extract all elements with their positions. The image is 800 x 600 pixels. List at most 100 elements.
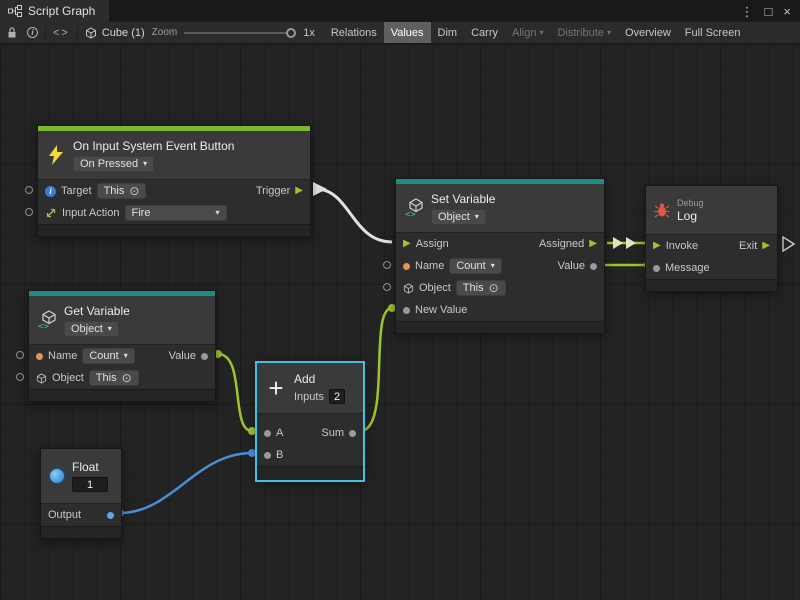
node-set-variable[interactable]: <> Set Variable Object ▾ ▶ Assign Assign… xyxy=(395,178,605,334)
event-mode-value: On Pressed xyxy=(80,158,138,170)
zoom-label: Zoom xyxy=(152,27,178,38)
menu-icon[interactable]: ⋮ xyxy=(741,5,754,18)
chevron-down-icon: ▾ xyxy=(108,325,112,333)
lock-icon[interactable] xyxy=(4,25,20,41)
wire-getvalue-to-a[interactable] xyxy=(218,354,252,431)
wire-float-to-b[interactable] xyxy=(120,453,252,513)
float-icon xyxy=(49,468,65,484)
code-view-icon[interactable]: <> xyxy=(53,27,70,39)
cube-icon xyxy=(36,373,47,384)
button-label: Dim xyxy=(438,27,458,39)
zoom-slider[interactable] xyxy=(184,27,296,39)
input-action-icon xyxy=(45,207,57,219)
chevron-down-icon: ▾ xyxy=(539,29,543,37)
align-button[interactable]: Align▾ xyxy=(505,22,550,43)
node-debug-log[interactable]: Debug Log ▶ Invoke Exit ▶ Message xyxy=(645,185,778,292)
value-port[interactable] xyxy=(201,353,208,360)
node-add[interactable]: + Add Inputs 2 A Sum xyxy=(256,362,364,481)
event-mode-dropdown[interactable]: On Pressed ▾ xyxy=(73,156,154,172)
inputs-count-field[interactable]: 2 xyxy=(329,389,345,404)
a-port[interactable] xyxy=(264,430,271,437)
variable-scope-dropdown[interactable]: Object ▾ xyxy=(431,209,486,225)
node-on-input-system-event-button[interactable]: On Input System Event Button On Pressed … xyxy=(37,125,311,237)
variable-name-dropdown[interactable]: Count ▾ xyxy=(449,258,501,274)
object-port-label: Object xyxy=(419,282,451,294)
object-port-handle[interactable] xyxy=(16,373,24,381)
object-port-label: Object xyxy=(52,372,84,384)
window-controls: ⋮ □ × xyxy=(741,0,800,22)
wire-sum-to-newvalue[interactable] xyxy=(360,308,392,431)
value-port-label: Value xyxy=(169,350,196,362)
float-value-field[interactable]: 1 xyxy=(72,477,108,492)
titlebar: Script Graph ⋮ □ × xyxy=(0,0,800,22)
target-port-handle[interactable] xyxy=(25,186,33,194)
trigger-port[interactable]: ▶ xyxy=(295,186,303,196)
divider xyxy=(45,26,46,40)
new-value-port-label: New Value xyxy=(415,304,467,316)
assigned-port-label: Assigned xyxy=(539,238,584,250)
graph-canvas[interactable]: On Input System Event Button On Pressed … xyxy=(0,44,800,600)
exit-port[interactable]: ▶ xyxy=(762,241,770,251)
name-port-row: Name Count ▾ Value xyxy=(29,345,215,367)
overview-button[interactable]: Overview xyxy=(618,22,678,43)
relations-button[interactable]: Relations xyxy=(324,22,384,43)
name-port[interactable] xyxy=(36,353,43,360)
name-port-label: Name xyxy=(415,260,444,272)
exit-port-label: Exit xyxy=(739,240,757,252)
wire-trigger-to-assign[interactable] xyxy=(316,189,392,242)
node-get-variable[interactable]: <> Get Variable Object ▾ Name Count ▾ xyxy=(28,290,216,402)
message-port[interactable] xyxy=(653,265,660,272)
node-float[interactable]: Float 1 Output xyxy=(40,448,122,539)
variable-scope-dropdown[interactable]: Object ▾ xyxy=(64,321,119,337)
message-port-label: Message xyxy=(665,262,710,274)
input-action-port-label: Input Action xyxy=(62,207,120,219)
b-port[interactable] xyxy=(264,452,271,459)
name-port-handle[interactable] xyxy=(16,351,24,359)
graph-context[interactable]: Cube (1) xyxy=(85,27,145,39)
new-value-port-row: New Value xyxy=(396,299,604,321)
variable-name-dropdown[interactable]: Count ▾ xyxy=(82,348,134,364)
node-category: Debug xyxy=(677,198,704,208)
chevron-down-icon: ▾ xyxy=(215,209,219,217)
full-screen-button[interactable]: Full Screen xyxy=(678,22,748,43)
chevron-down-icon: ▾ xyxy=(475,213,479,221)
tab-script-graph[interactable]: Script Graph xyxy=(0,0,109,22)
dim-button[interactable]: Dim xyxy=(431,22,465,43)
name-port-handle[interactable] xyxy=(383,261,391,269)
exit-wire-arrow[interactable] xyxy=(783,237,794,251)
object-target-button[interactable]: This ⊙ xyxy=(89,370,139,386)
value-port[interactable] xyxy=(590,263,597,270)
node-title: Set Variable xyxy=(431,192,495,206)
assign-port[interactable]: ▶ xyxy=(403,239,411,249)
object-port-handle[interactable] xyxy=(383,283,391,291)
button-label: Relations xyxy=(331,27,377,39)
values-button[interactable]: Values xyxy=(384,22,431,43)
zoom-slider-handle[interactable] xyxy=(286,28,296,38)
assigned-port[interactable]: ▶ xyxy=(589,239,597,249)
name-port-row: Name Count ▾ Value xyxy=(396,255,604,277)
carry-button[interactable]: Carry xyxy=(464,22,505,43)
input-action-value: Fire xyxy=(132,207,151,219)
target-object-button[interactable]: This ⊙ xyxy=(97,183,147,199)
invoke-port[interactable]: ▶ xyxy=(653,241,661,251)
input-action-port-handle[interactable] xyxy=(25,208,33,216)
distribute-button[interactable]: Distribute▾ xyxy=(550,22,617,43)
object-target-button[interactable]: This ⊙ xyxy=(456,280,506,296)
flow-pulse-arrow xyxy=(626,237,636,249)
maximize-icon[interactable]: □ xyxy=(765,5,773,18)
b-port-label: B xyxy=(276,449,283,461)
sum-port[interactable] xyxy=(349,430,356,437)
button-label: Values xyxy=(391,27,424,39)
close-icon[interactable]: × xyxy=(783,5,791,18)
name-port[interactable] xyxy=(403,263,410,270)
input-action-dropdown[interactable]: Fire ▾ xyxy=(125,205,227,221)
output-port[interactable] xyxy=(107,512,114,519)
variable-name-value: Count xyxy=(89,350,118,362)
new-value-port[interactable] xyxy=(403,307,410,314)
toolbar-buttons: Relations Values Dim Carry Align▾ Distri… xyxy=(324,22,748,43)
info-icon[interactable]: i xyxy=(27,27,38,38)
divider xyxy=(77,26,78,40)
node-title: On Input System Event Button xyxy=(73,139,234,153)
node-title: Get Variable xyxy=(64,304,130,318)
lightning-icon xyxy=(46,144,66,166)
